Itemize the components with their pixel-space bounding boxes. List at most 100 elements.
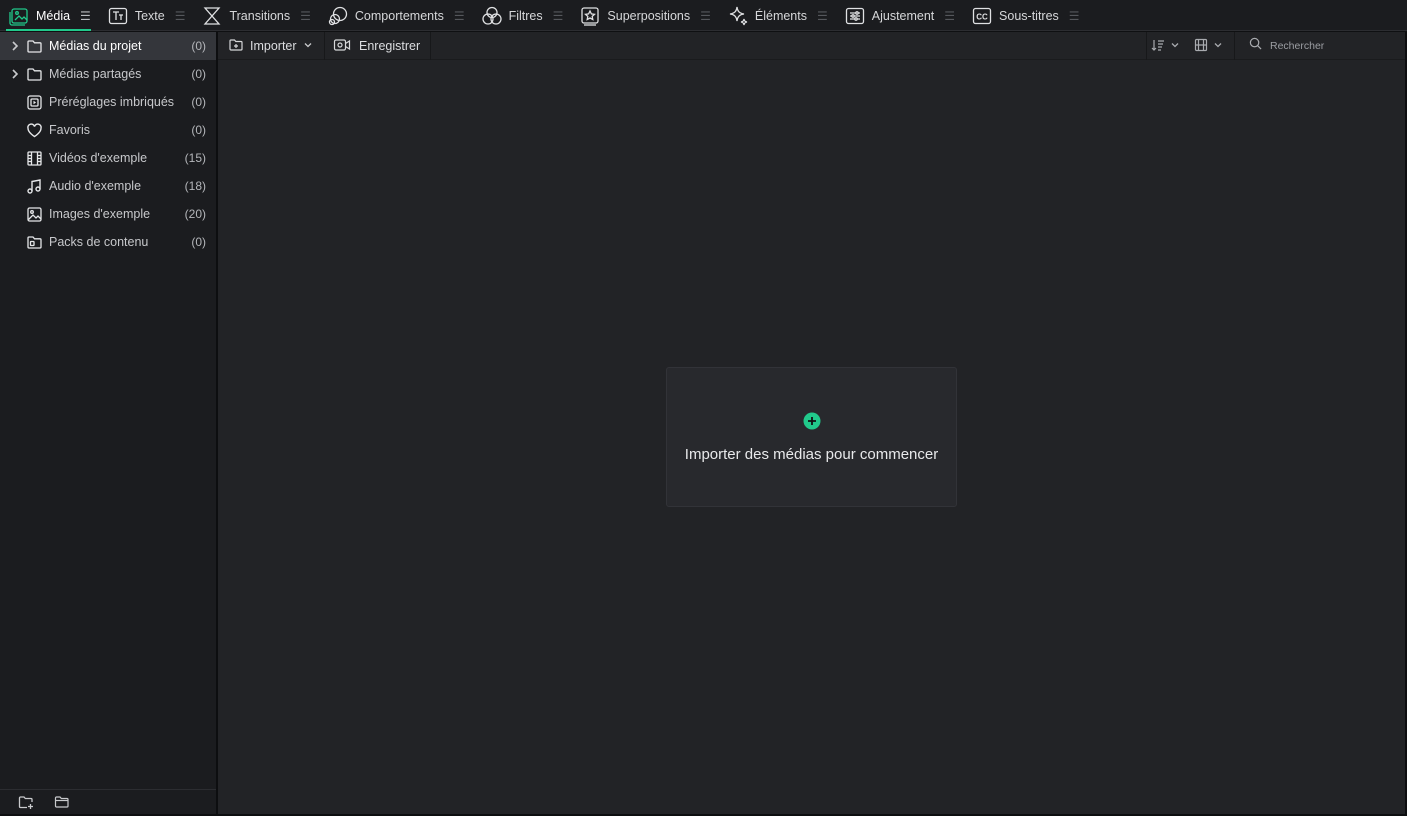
sidebar-item-count: (0)	[191, 39, 206, 53]
sidebar-footer	[0, 789, 216, 814]
chevron-down-icon	[1213, 39, 1223, 53]
tab-transitions[interactable]: Transitions ☰	[193, 0, 318, 31]
sidebar-item-count: (0)	[191, 67, 206, 81]
heart-icon	[26, 122, 43, 139]
chevron-down-icon[interactable]	[303, 39, 313, 53]
sidebar-item-favorites[interactable]: Favoris (0)	[0, 116, 216, 144]
add-folder-icon[interactable]	[18, 795, 34, 810]
tab-overlays[interactable]: Superpositions ☰	[571, 0, 718, 31]
sidebar-item-content-packs[interactable]: Packs de contenu (0)	[0, 228, 216, 256]
content-pack-icon	[26, 234, 43, 251]
import-icon	[228, 37, 244, 56]
tab-label: Ajustement	[871, 8, 935, 23]
search-input[interactable]	[1270, 40, 1400, 52]
chevron-down-icon	[1170, 39, 1180, 53]
menu-lines-icon[interactable]: ☰	[300, 9, 311, 23]
overlays-icon	[579, 5, 601, 27]
sidebar-item-count: (0)	[191, 95, 206, 109]
menu-lines-icon[interactable]: ☰	[175, 9, 186, 23]
search-box[interactable]	[1241, 32, 1405, 60]
transitions-icon	[201, 5, 223, 27]
import-label: Importer	[250, 39, 297, 53]
menu-lines-icon[interactable]: ☰	[80, 9, 91, 23]
sidebar-item-label: Packs de contenu	[49, 235, 149, 249]
menu-lines-icon[interactable]: ☰	[817, 9, 828, 23]
sidebar-item-count: (0)	[191, 235, 206, 249]
search-icon	[1249, 37, 1262, 55]
tab-media[interactable]: Média ☰	[0, 0, 99, 31]
tab-elements[interactable]: Éléments ☰	[719, 0, 836, 31]
menu-lines-icon[interactable]: ☰	[700, 9, 711, 23]
image-icon	[26, 206, 43, 223]
sort-button[interactable]	[1151, 32, 1180, 60]
menu-lines-icon[interactable]: ☰	[454, 9, 465, 23]
import-button[interactable]: Importer	[228, 32, 313, 60]
sidebar-item-label: Médias du projet	[49, 39, 142, 53]
sidebar-item-sample-images[interactable]: Images d'exemple (20)	[0, 200, 216, 228]
sidebar: Médias du projet (0) Médias partagés (0)…	[0, 32, 216, 814]
film-view-icon	[1194, 38, 1208, 55]
tab-label: Sous-titres	[999, 8, 1059, 23]
tab-label: Filtres	[508, 8, 543, 23]
add-circle-icon	[803, 412, 821, 430]
filters-icon	[481, 5, 503, 27]
media-library-panel: Importer Enregistrer Rechercher Importer…	[218, 32, 1405, 814]
music-note-icon	[26, 178, 43, 195]
nested-presets-icon	[26, 94, 43, 111]
sidebar-item-label: Audio d'exemple	[49, 179, 142, 193]
record-button[interactable]: Enregistrer	[333, 32, 420, 60]
tab-behaviors[interactable]: Comportements ☰	[319, 0, 473, 31]
tab-label: Texte	[134, 8, 165, 23]
sidebar-item-label: Favoris	[49, 123, 90, 137]
folder-icon	[26, 66, 43, 83]
tab-adjustment[interactable]: Ajustement ☰	[836, 0, 963, 31]
chevron-right-icon[interactable]	[9, 39, 21, 53]
view-mode-button[interactable]	[1194, 32, 1223, 60]
media-icon	[8, 5, 30, 27]
film-icon	[26, 150, 43, 167]
sidebar-item-count: (15)	[184, 151, 206, 165]
menu-lines-icon[interactable]: ☰	[553, 9, 564, 23]
sort-icon	[1151, 38, 1165, 55]
toolbar-separator	[324, 32, 325, 60]
sidebar-item-sample-audio[interactable]: Audio d'exemple (18)	[0, 172, 216, 200]
sidebar-item-label: Préréglages imbriqués	[49, 95, 175, 109]
tab-label: Transitions	[229, 8, 291, 23]
sidebar-item-label: Médias partagés	[49, 67, 142, 81]
sidebar-item-label: Images d'exemple	[49, 207, 151, 221]
top-tab-bar: Média ☰ Texte ☰ Transitions ☰ Comporteme…	[0, 0, 1407, 31]
sidebar-item-project-media[interactable]: Médias du projet (0)	[0, 32, 216, 60]
folder-outline-icon[interactable]	[54, 795, 70, 810]
sidebar-item-count: (20)	[184, 207, 206, 221]
sidebar-item-shared-media[interactable]: Médias partagés (0)	[0, 60, 216, 88]
media-toolbar: Importer Enregistrer	[218, 32, 1405, 60]
tab-filters[interactable]: Filtres ☰	[473, 0, 572, 31]
tab-label: Média	[36, 8, 71, 23]
menu-lines-icon[interactable]: ☰	[944, 9, 955, 23]
toolbar-separator	[430, 32, 431, 60]
text-icon	[107, 5, 129, 27]
empty-state-message: Importer des médias pour commencer	[684, 446, 939, 463]
tab-label: Comportements	[354, 8, 444, 23]
folder-icon	[26, 38, 43, 55]
chevron-right-icon[interactable]	[9, 67, 21, 81]
elements-icon	[727, 5, 749, 27]
sidebar-item-count: (0)	[191, 123, 206, 137]
sidebar-item-nested-presets[interactable]: Préréglages imbriqués (0)	[0, 88, 216, 116]
sidebar-item-label: Vidéos d'exemple	[49, 151, 148, 165]
toolbar-separator	[1146, 32, 1147, 60]
behaviors-icon	[327, 5, 349, 27]
record-label: Enregistrer	[359, 39, 421, 53]
adjustment-icon	[844, 5, 866, 27]
record-icon	[333, 37, 353, 56]
menu-lines-icon[interactable]: ☰	[1069, 9, 1080, 23]
subtitles-icon: CC	[971, 5, 993, 27]
svg-text:CC: CC	[976, 12, 988, 21]
tab-label: Superpositions	[607, 8, 691, 23]
sidebar-item-count: (18)	[184, 179, 206, 193]
tab-subtitles[interactable]: CC Sous-titres ☰	[963, 0, 1088, 31]
toolbar-separator	[1234, 32, 1235, 60]
tab-text[interactable]: Texte ☰	[99, 0, 194, 31]
import-media-card[interactable]: Importer des médias pour commencer	[666, 367, 957, 507]
sidebar-item-sample-videos[interactable]: Vidéos d'exemple (15)	[0, 144, 216, 172]
